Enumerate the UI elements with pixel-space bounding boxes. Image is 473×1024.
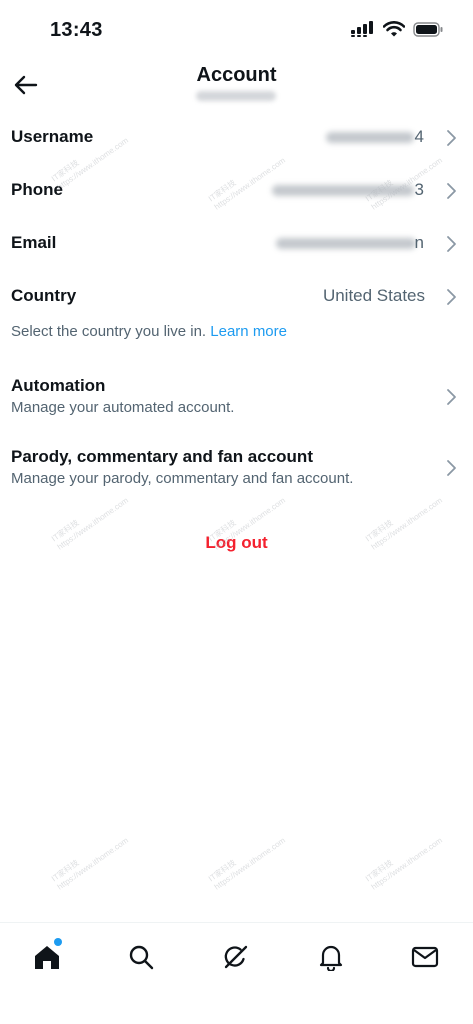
- notification-dot: [54, 938, 62, 946]
- page-title: Account: [196, 64, 277, 86]
- tab-notifications[interactable]: [311, 937, 351, 977]
- username-label: Username: [11, 127, 94, 146]
- chevron-right-icon: [447, 389, 456, 405]
- country-label: Country: [11, 286, 77, 305]
- wifi-icon: [383, 21, 405, 37]
- chevron-right-icon: [447, 236, 456, 252]
- email-label: Email: [11, 233, 57, 252]
- email-value-redacted: [276, 238, 416, 249]
- tab-grok[interactable]: [216, 937, 256, 977]
- envelope-icon: [411, 946, 439, 968]
- status-bar: 13:43: [0, 0, 473, 60]
- username-value-redacted: [326, 132, 414, 143]
- country-help-description: Select the country you live in.: [11, 323, 207, 340]
- grok-icon: [224, 945, 248, 969]
- parody-label: Parody, commentary and fan account: [11, 447, 313, 466]
- chevron-right-icon: [447, 130, 456, 146]
- chevron-right-icon: [447, 289, 456, 305]
- bell-icon: [319, 945, 343, 971]
- status-icons: [351, 21, 443, 37]
- automation-row[interactable]: Automation Manage your automated account…: [0, 368, 473, 424]
- watermark: IT家科技 https://www.ithome.com: [207, 828, 288, 893]
- status-time: 13:43: [50, 19, 103, 41]
- tab-search[interactable]: [121, 937, 161, 977]
- tab-messages[interactable]: [405, 937, 445, 977]
- battery-icon: [413, 21, 443, 37]
- chevron-right-icon: [447, 183, 456, 199]
- watermark: IT家科技 https://www.ithome.com: [364, 828, 445, 893]
- email-row[interactable]: Email n: [0, 221, 473, 267]
- header: Account: [0, 60, 473, 110]
- learn-more-link[interactable]: Learn more: [210, 323, 287, 340]
- chevron-right-icon: [447, 460, 456, 476]
- username-value-tail: 4: [414, 127, 424, 146]
- home-icon: [35, 946, 59, 969]
- email-value-tail: n: [414, 233, 424, 252]
- parody-description: Manage your parody, commentary and fan a…: [11, 470, 354, 487]
- country-help-text: Select the country you live in. Learn mo…: [11, 323, 287, 340]
- parody-account-row[interactable]: Parody, commentary and fan account Manag…: [0, 439, 473, 495]
- account-handle-redacted: [196, 91, 276, 101]
- watermark: IT家科技 https://www.ithome.com: [50, 828, 131, 893]
- search-icon: [129, 945, 154, 970]
- country-row[interactable]: Country United States: [0, 274, 473, 320]
- cellular-signal-icon: [351, 21, 373, 37]
- automation-description: Manage your automated account.: [11, 399, 235, 416]
- automation-label: Automation: [11, 376, 106, 395]
- tab-home[interactable]: [27, 937, 67, 977]
- username-row[interactable]: Username 4: [0, 115, 473, 161]
- country-value: United States: [322, 286, 425, 305]
- bottom-tab-bar: [0, 922, 473, 1024]
